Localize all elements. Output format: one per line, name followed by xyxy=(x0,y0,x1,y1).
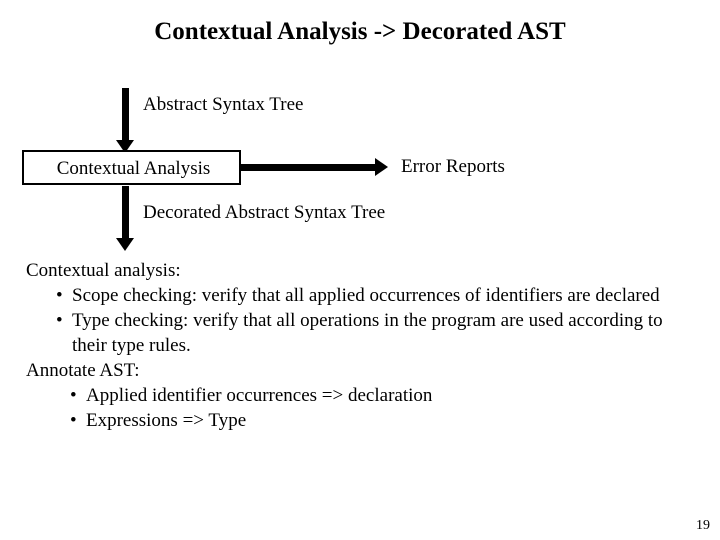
page-title: Contextual Analysis -> Decorated AST xyxy=(154,18,566,45)
arrow-right-icon xyxy=(241,158,388,176)
page-number: 19 xyxy=(696,518,710,533)
bullet-icon: • xyxy=(56,285,63,306)
list-item: • Scope checking: verify that all applie… xyxy=(26,283,696,308)
list-item-text: Expressions => Type xyxy=(86,410,247,431)
diagram-output-label: Decorated Abstract Syntax Tree xyxy=(143,202,386,223)
bullet-icon: • xyxy=(70,385,77,406)
bullet-list-analysis: • Scope checking: verify that all applie… xyxy=(26,283,696,358)
body-content: Contextual analysis: • Scope checking: v… xyxy=(26,258,696,433)
list-item: • Applied identifier occurrences => decl… xyxy=(26,383,696,408)
list-item-text: Type checking: verify that all operation… xyxy=(72,310,663,356)
list-item: • Type checking: verify that all operati… xyxy=(26,308,696,358)
bullet-list-annotate: • Applied identifier occurrences => decl… xyxy=(26,383,696,433)
contextual-analysis-box-label: Contextual Analysis xyxy=(56,158,211,179)
bullet-icon: • xyxy=(56,310,63,331)
diagram-input-label: Abstract Syntax Tree xyxy=(143,94,304,115)
list-item-text: Scope checking: verify that all applied … xyxy=(72,285,660,306)
list-item: • Expressions => Type xyxy=(26,408,696,433)
contextual-analysis-box: Contextual Analysis xyxy=(22,150,241,185)
slide: Contextual Analysis -> Decorated AST Abs… xyxy=(0,0,720,540)
list-item-text: Applied identifier occurrences => declar… xyxy=(86,385,433,406)
annotate-heading: Annotate AST: xyxy=(26,360,140,381)
bullet-icon: • xyxy=(70,410,77,431)
arrow-down-icon-2 xyxy=(116,186,134,251)
diagram-error-reports-label: Error Reports xyxy=(401,156,505,177)
content-lead: Contextual analysis: xyxy=(26,260,181,281)
arrow-down-icon xyxy=(116,88,134,153)
